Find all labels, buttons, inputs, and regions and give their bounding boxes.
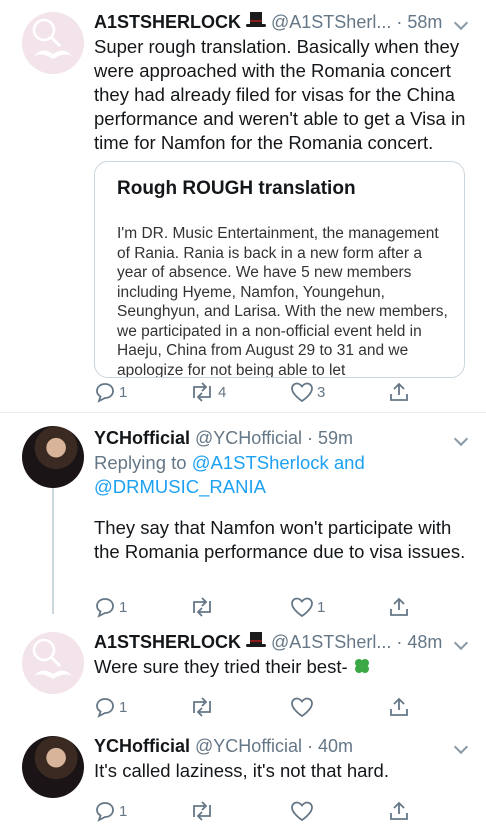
reply-count: 1 [119,383,128,401]
tweet-text-content: Were sure they tried their best- [94,656,348,677]
chevron-down-icon[interactable] [453,431,469,447]
tweet-text: Super rough translation. Basically when … [94,36,466,153]
reply-button[interactable]: 1 [94,594,127,620]
share-icon [390,597,408,616]
reply-count: 1 [119,698,128,716]
reply-button[interactable]: 1 [94,798,127,824]
share-icon [390,697,408,716]
top-hat-icon [245,11,267,35]
card-body: I'm DR. Music Entertainment, the managem… [117,225,448,378]
replying-to: Replying to @A1STSherlock and @DRMUSIC_RA… [94,451,466,499]
avatar[interactable] [22,12,84,74]
tweet-3[interactable]: A1STSHERLOCK @A1STSherl... · 48m Were sur… [0,620,486,720]
share-button[interactable] [388,798,410,824]
retweet-button[interactable] [189,798,218,824]
heart-icon [291,382,313,403]
share-icon [390,801,408,820]
reply-icon [96,383,114,403]
chevron-down-icon[interactable] [453,635,469,651]
avatar[interactable] [22,736,84,798]
retweet-icon [193,382,211,402]
reply-button[interactable]: 1 [94,379,127,405]
tweet-2[interactable]: YCHofficial @YCHofficial · 59m Replying … [0,413,486,618]
retweet-icon [193,597,211,617]
retweet-button[interactable] [189,694,218,720]
reply-count: 1 [119,598,128,616]
four-leaf-clover-icon [353,656,371,677]
tweet-header: YCHofficial @YCHofficial · 59m [94,426,469,450]
magnifier-mustache-icon [32,638,72,679]
share-button[interactable] [388,594,410,620]
retweet-button[interactable] [189,594,218,620]
reply-icon [96,802,114,822]
like-button[interactable] [290,694,317,720]
reply-icon [96,598,114,618]
handle-timestamp[interactable]: @YCHofficial · 59m [195,428,353,448]
avatar[interactable] [22,632,84,694]
tweet-text: They say that Namfon won't participate w… [94,517,466,562]
tweet-header: A1STSHERLOCK @A1STSherl... · 48m [94,630,469,655]
display-name[interactable]: A1STSHERLOCK [94,632,241,652]
replying-to-label: Replying to [94,452,192,473]
like-count: 1 [317,598,326,616]
magnifier-mustache-icon [32,18,72,59]
card-title: Rough ROUGH translation [117,178,356,199]
reply-button[interactable]: 1 [94,694,127,720]
tweet-actions: 1 [94,694,414,720]
retweet-icon [193,801,211,821]
retweet-button[interactable]: 4 [189,379,226,405]
like-button[interactable] [290,798,317,824]
reply-icon [96,698,114,718]
like-button[interactable]: 3 [290,379,325,405]
tweet-actions: 1 [94,798,414,824]
handle-timestamp[interactable]: @A1STSherl... · 48m [271,632,442,652]
tweet-actions: 1 1 [94,594,414,620]
heart-icon [291,597,313,618]
retweet-count: 4 [218,383,227,401]
mention-link[interactable]: @DRMUSIC_RANIA [94,476,266,497]
display-name[interactable]: A1STSHERLOCK [94,12,241,32]
attached-card[interactable]: Rough ROUGH translation I'm DR. Music En… [94,161,465,378]
tweet-4[interactable]: YCHofficial @YCHofficial · 40m It's call… [0,722,486,824]
tweet-text: Were sure they tried their best- [94,655,466,679]
like-count: 3 [317,383,326,401]
mention-link[interactable]: @A1STSherlock [192,452,329,473]
replying-and: and [328,452,365,473]
tweet-text: It's called laziness, it's not that hard… [94,760,389,781]
tweet-header: YCHofficial @YCHofficial · 40m [94,734,469,758]
tweet-header: A1STSHERLOCK @A1STSherl... · 58m [94,10,469,35]
like-button[interactable]: 1 [290,594,325,620]
heart-icon [291,801,313,822]
reply-count: 1 [119,802,128,820]
chevron-down-icon[interactable] [453,739,469,755]
share-button[interactable] [388,379,410,405]
share-icon [390,382,408,401]
top-hat-icon [245,631,267,655]
retweet-icon [193,697,211,717]
tweet-1[interactable]: A1STSHERLOCK @A1STSherl... · 58m Super ro… [0,0,486,412]
handle-timestamp[interactable]: @A1STSherl... · 58m [271,12,442,32]
heart-icon [291,697,313,718]
avatar[interactable] [22,426,84,488]
handle-timestamp[interactable]: @YCHofficial · 40m [195,736,353,756]
display-name[interactable]: YCHofficial [94,428,190,448]
tweet-actions: 1 4 3 [94,379,414,405]
display-name[interactable]: YCHofficial [94,736,190,756]
share-button[interactable] [388,694,410,720]
chevron-down-icon[interactable] [453,15,469,31]
